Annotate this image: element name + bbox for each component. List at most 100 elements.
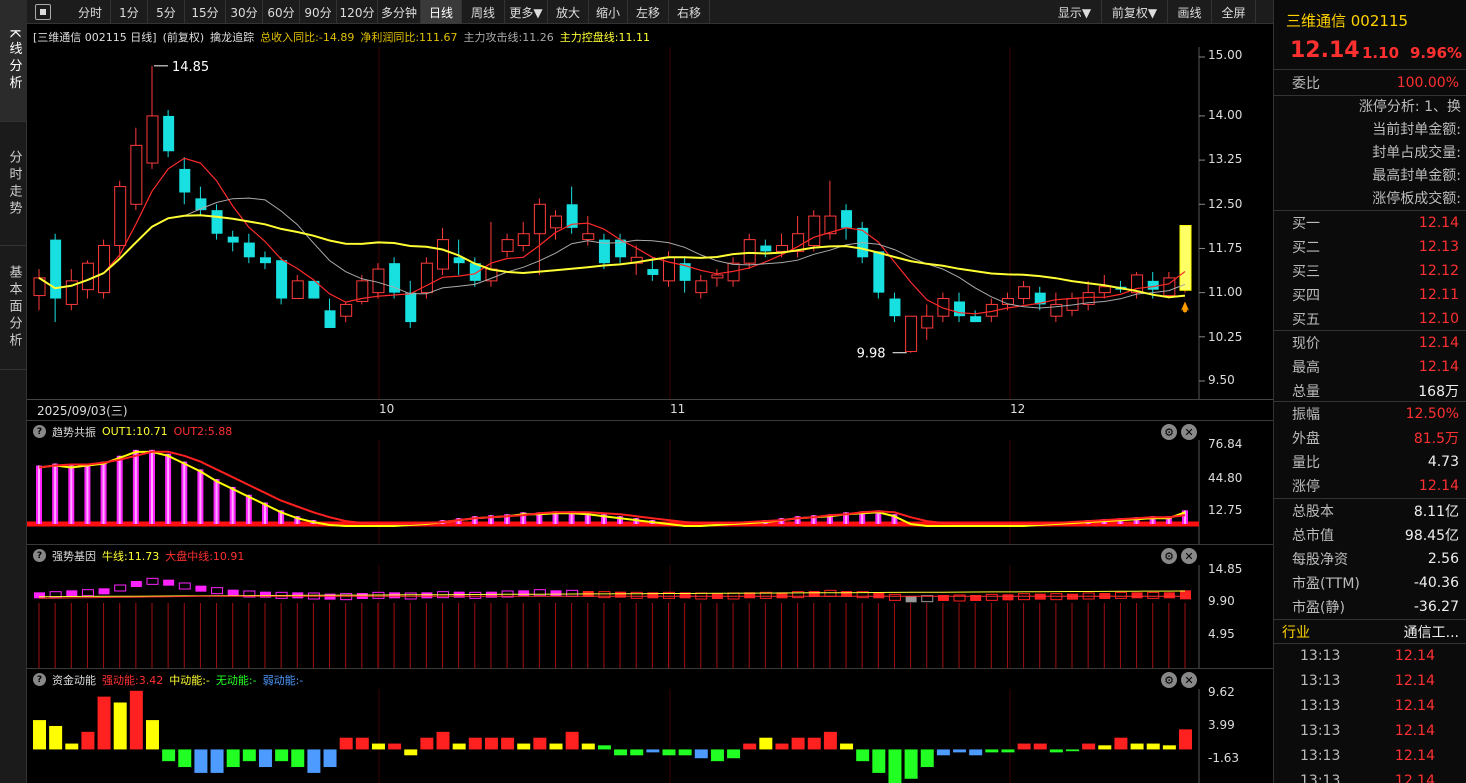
tab-kline-analysis[interactable]: K线分析 xyxy=(0,0,27,122)
question-icon[interactable]: ? xyxy=(33,549,46,562)
resonance-bar-core xyxy=(150,449,153,524)
momentum-bar xyxy=(920,749,934,768)
momentum-bar xyxy=(936,749,950,756)
momentum-bar xyxy=(646,749,660,753)
month-11: 11 xyxy=(670,402,686,416)
resonance-bar-core xyxy=(167,453,170,524)
period-tab-8[interactable]: 多分钟 xyxy=(378,0,421,24)
stats3-row: 总市值 98.45亿 xyxy=(1274,522,1466,547)
period-tab-1[interactable]: 1分 xyxy=(111,0,148,24)
row-value: 12.50% xyxy=(1405,405,1459,422)
close-icon[interactable]: ✕ xyxy=(1181,548,1197,564)
gear-icon[interactable]: ⚙ xyxy=(1161,548,1177,564)
momentum-bar xyxy=(614,749,628,756)
tab-label: K线分析 xyxy=(6,28,22,93)
period-tab-15[interactable]: 右移 xyxy=(669,0,710,24)
panel2-name[interactable]: 强势基因 xyxy=(52,548,96,564)
period-tab-7[interactable]: 120分 xyxy=(337,0,378,24)
ma10-line xyxy=(38,197,1186,309)
trend-resonance-chart[interactable] xyxy=(27,440,1273,544)
momentum-bar xyxy=(404,749,418,756)
panel1-tick-label: 44.80 xyxy=(1208,471,1243,485)
candle-body xyxy=(808,215,821,247)
period-tab-5[interactable]: 60分 xyxy=(263,0,300,24)
tab-intraday[interactable]: 分时走势 xyxy=(0,122,27,246)
momentum-bar xyxy=(1179,729,1192,750)
candlestick-chart[interactable]: 14.85 9.98 xyxy=(27,47,1273,400)
question-icon[interactable]: ? xyxy=(33,425,46,438)
gene-box xyxy=(469,591,482,599)
adjust-menu[interactable]: 前复权▼ xyxy=(1102,0,1168,24)
candle-body xyxy=(533,203,546,235)
momentum-bar xyxy=(1114,737,1128,750)
momentum-bar xyxy=(323,749,337,768)
close-icon[interactable]: ✕ xyxy=(1181,672,1197,688)
momentum-bar xyxy=(339,737,353,750)
fund-momentum-chart[interactable] xyxy=(27,689,1273,783)
panel3-weak: 弱动能:- xyxy=(262,673,304,687)
industry-row[interactable]: 行业 通信工... xyxy=(1274,619,1466,644)
draw-button[interactable]: 画线 xyxy=(1168,0,1212,24)
momentum-bar xyxy=(49,725,63,750)
close-icon[interactable]: ✕ xyxy=(1181,424,1197,440)
question-icon[interactable]: ? xyxy=(33,673,46,686)
limit-analysis-row: 涨停分析: 1、换 xyxy=(1274,96,1466,118)
gene-box xyxy=(1147,591,1160,599)
candle-body xyxy=(760,245,772,252)
panel3-strong: 强动能:3.42 xyxy=(102,673,164,687)
period-tab-9[interactable]: 日线 xyxy=(421,0,462,24)
momentum-bar xyxy=(985,749,999,753)
period-tab-0[interactable]: 分时 xyxy=(70,0,111,24)
period-tab-10[interactable]: 周线 xyxy=(462,0,505,24)
limit-text: 封单占成交量: xyxy=(1372,145,1461,161)
limit-analysis-row: 涨停板成交额: xyxy=(1274,188,1466,210)
display-menu[interactable]: 显示▼ xyxy=(1048,0,1102,24)
row-label: 市盈(静) xyxy=(1292,599,1345,616)
period-tab-2[interactable]: 5分 xyxy=(148,0,185,24)
period-tab-12[interactable]: 放大 xyxy=(548,0,589,24)
fullscreen-button[interactable]: 全屏 xyxy=(1212,0,1256,24)
candle-body xyxy=(889,298,901,317)
month-12: 12 xyxy=(1010,402,1026,416)
checkbox-icon[interactable] xyxy=(35,4,51,20)
gene-box xyxy=(146,577,159,585)
ma20-line xyxy=(38,214,1186,299)
industry-value: 通信工... xyxy=(1403,624,1459,641)
momentum-bar xyxy=(1001,749,1015,753)
row-label: 总股本 xyxy=(1292,503,1334,520)
panel1-tick-label: 12.75 xyxy=(1208,503,1243,517)
momentum-bar xyxy=(872,749,886,773)
gene-box xyxy=(66,590,78,597)
momentum-bar xyxy=(1066,749,1080,752)
indicator-name[interactable]: 擒龙追踪 xyxy=(210,29,254,45)
panel1-name[interactable]: 趋势共振 xyxy=(52,424,96,440)
gene-box xyxy=(533,589,546,597)
panel3-name[interactable]: 资金动能 xyxy=(52,672,96,688)
period-tab-3[interactable]: 15分 xyxy=(185,0,226,24)
period-tab-4[interactable]: 30分 xyxy=(226,0,263,24)
momentum-bar xyxy=(953,749,967,753)
tick-time: 13:13 xyxy=(1300,747,1341,764)
strength-gene-chart[interactable] xyxy=(27,565,1273,668)
out1-line xyxy=(38,450,1186,527)
momentum-bar xyxy=(1033,743,1047,750)
tick-time: 13:13 xyxy=(1300,672,1341,689)
period-tab-11[interactable]: 更多▼ xyxy=(505,0,548,24)
candle-body xyxy=(81,262,94,291)
period-tab-14[interactable]: 左移 xyxy=(628,0,669,24)
stats3-row: 总股本 8.11亿 xyxy=(1274,498,1466,523)
book-row: 买一 12.14 xyxy=(1274,210,1466,235)
tab-fundamental[interactable]: 基本面分析 xyxy=(0,246,27,370)
period-tab-6[interactable]: 90分 xyxy=(300,0,337,24)
stats1-row: 最高 12.14 xyxy=(1274,354,1466,379)
gear-icon[interactable]: ⚙ xyxy=(1161,672,1177,688)
tab-label: 基本面分析 xyxy=(6,265,22,350)
candle-body xyxy=(954,301,966,317)
momentum-bar xyxy=(178,749,192,768)
momentum-bar xyxy=(759,737,773,750)
gear-icon[interactable]: ⚙ xyxy=(1161,424,1177,440)
stats2-row: 外盘 81.5万 xyxy=(1274,425,1466,450)
momentum-bar xyxy=(145,720,159,750)
period-tab-13[interactable]: 缩小 xyxy=(589,0,628,24)
gene-box xyxy=(34,592,45,599)
